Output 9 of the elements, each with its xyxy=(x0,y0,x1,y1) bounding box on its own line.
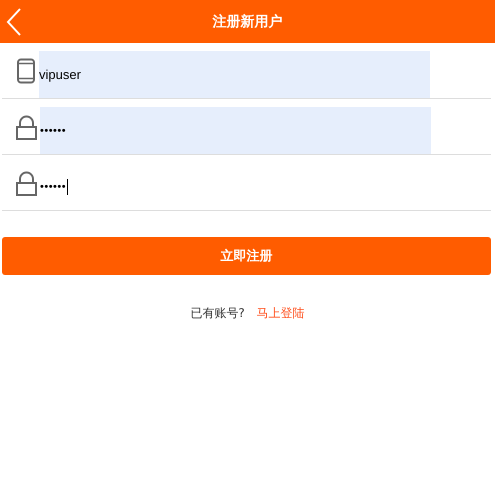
password-field[interactable]: •••••• xyxy=(40,107,431,154)
back-icon[interactable] xyxy=(6,7,22,37)
phone-icon xyxy=(16,58,36,84)
page-title: 注册新用户 xyxy=(212,12,282,30)
lock-icon xyxy=(16,171,37,196)
lock-icon xyxy=(16,115,37,140)
username-field[interactable]: vipuser xyxy=(39,51,430,98)
password-field[interactable]: •••••• xyxy=(40,163,431,210)
account-prompt: 已有账号? xyxy=(190,305,245,322)
